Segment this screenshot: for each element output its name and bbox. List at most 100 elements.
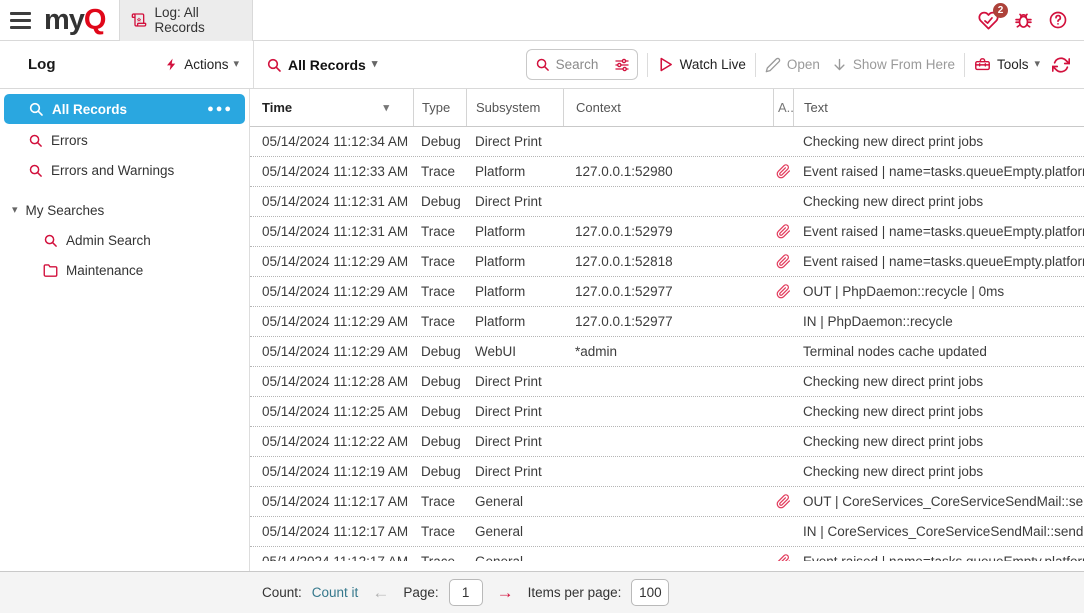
search-input[interactable] (556, 57, 608, 72)
cell-subsystem: Direct Print (466, 404, 563, 419)
table-row[interactable]: 05/14/2024 11:12:33 AM Trace Platform 12… (250, 157, 1084, 187)
sidebar-item-label: Maintenance (66, 263, 143, 278)
cell-attachment (773, 344, 793, 359)
cell-type: Debug (413, 134, 466, 149)
previous-page-icon[interactable]: ← (372, 584, 389, 601)
log-table: Time ▾ Type Subsystem Context A... Text … (250, 89, 1084, 571)
cell-time: 05/14/2024 11:12:29 AM (250, 344, 413, 359)
column-header-type[interactable]: Type (413, 89, 466, 126)
cell-type: Trace (413, 284, 466, 299)
pagination-footer: Count: Count it ← Page: → Items per page… (0, 571, 1084, 613)
view-selector[interactable]: All Records ▾ (266, 57, 377, 73)
cell-type: Debug (413, 434, 466, 449)
cell-text: OUT | CoreServices_CoreServiceSendMail::… (793, 494, 1084, 509)
cell-text: Event raised | name=tasks.queueEmpty.pla… (793, 224, 1084, 239)
open-button[interactable]: Open (765, 57, 820, 73)
help-icon[interactable] (1048, 10, 1068, 30)
bug-icon[interactable] (1013, 10, 1034, 31)
log-scroll-icon (131, 12, 147, 28)
hamburger-menu-icon[interactable] (0, 12, 42, 29)
cell-subsystem: WebUI (466, 344, 563, 359)
paperclip-icon (776, 254, 791, 269)
cell-context: 127.0.0.1:52977 (563, 284, 773, 299)
column-header-subsystem[interactable]: Subsystem (466, 89, 563, 126)
top-bar: myQ Log: All Records 2 (0, 0, 1084, 41)
cell-time: 05/14/2024 11:12:31 AM (250, 194, 413, 209)
table-row[interactable]: 05/14/2024 11:12:29 AM Trace Platform 12… (250, 307, 1084, 337)
watch-live-button[interactable]: Watch Live (657, 56, 746, 73)
cell-time: 05/14/2024 11:12:34 AM (250, 134, 413, 149)
cell-time: 05/14/2024 11:12:31 AM (250, 224, 413, 239)
tools-label: Tools (997, 57, 1029, 72)
column-header-time[interactable]: Time ▾ (250, 89, 413, 126)
table-row[interactable]: 05/14/2024 11:12:29 AM Trace Platform 12… (250, 247, 1084, 277)
sidebar-item-label: All Records (52, 102, 127, 117)
cell-context: 127.0.0.1:52980 (563, 164, 773, 179)
items-per-page-input[interactable] (631, 579, 669, 606)
refresh-icon[interactable] (1052, 56, 1070, 74)
column-label: Subsystem (476, 100, 540, 115)
table-row[interactable]: 05/14/2024 11:12:34 AM Debug Direct Prin… (250, 127, 1084, 157)
page-input[interactable] (449, 579, 483, 606)
cell-text: Checking new direct print jobs (793, 404, 1084, 419)
cell-subsystem: Direct Print (466, 374, 563, 389)
paperclip-icon (776, 164, 791, 179)
sidebar-item-errors[interactable]: Errors (0, 125, 249, 155)
lightning-icon (165, 57, 179, 72)
column-label: A... (778, 100, 793, 115)
paperclip-icon (776, 284, 791, 299)
sidebar-item-maintenance[interactable]: Maintenance (0, 255, 249, 285)
show-from-here-button[interactable]: Show From Here (832, 57, 955, 72)
sidebar-item-all-records[interactable]: All Records ●●● (4, 94, 245, 124)
table-row[interactable]: 05/14/2024 11:12:31 AM Debug Direct Prin… (250, 187, 1084, 217)
next-page-icon[interactable]: → (497, 584, 514, 601)
table-row[interactable]: 05/14/2024 11:12:29 AM Trace Platform 12… (250, 277, 1084, 307)
sidebar-item-errors-and-warnings[interactable]: Errors and Warnings (0, 155, 249, 185)
cell-attachment (773, 164, 793, 179)
table-row[interactable]: 05/14/2024 11:12:22 AM Debug Direct Prin… (250, 427, 1084, 457)
column-header-attachment[interactable]: A... (773, 89, 793, 126)
table-row[interactable]: 05/14/2024 11:12:29 AM Debug WebUI *admi… (250, 337, 1084, 367)
count-it-link[interactable]: Count it (312, 585, 359, 600)
cell-type: Trace (413, 164, 466, 179)
cell-subsystem: Platform (466, 164, 563, 179)
table-row[interactable]: 05/14/2024 11:12:17 AM Trace General IN … (250, 517, 1084, 547)
chevron-down-icon: ▾ (372, 59, 378, 70)
pencil-icon (765, 57, 781, 73)
filter-sliders-icon[interactable] (614, 57, 630, 73)
health-heart-icon[interactable]: 2 (978, 10, 999, 31)
cell-type: Debug (413, 374, 466, 389)
tab-label: Log: All Records (154, 5, 252, 35)
actions-button[interactable]: Actions ▾ (165, 57, 239, 72)
tab-log-all-records[interactable]: Log: All Records (119, 0, 253, 41)
cell-subsystem: General (466, 494, 563, 509)
cell-subsystem: Platform (466, 314, 563, 329)
table-row[interactable]: 05/14/2024 11:12:28 AM Debug Direct Prin… (250, 367, 1084, 397)
table-row[interactable]: 05/14/2024 11:12:31 AM Trace Platform 12… (250, 217, 1084, 247)
cell-text: Event raised | name=tasks.queueEmpty.pla… (793, 254, 1084, 269)
cell-text: Event raised | name=tasks.queueEmpty.pla… (793, 164, 1084, 179)
sidebar-item-label: Admin Search (66, 233, 151, 248)
table-body: 05/14/2024 11:12:34 AM Debug Direct Prin… (250, 127, 1084, 561)
sort-chevron-icon[interactable]: ▾ (383, 101, 389, 114)
cell-attachment (773, 314, 793, 329)
chevron-down-icon: ▾ (12, 205, 18, 216)
cell-attachment (773, 494, 793, 509)
table-row[interactable]: 05/14/2024 11:12:25 AM Debug Direct Prin… (250, 397, 1084, 427)
search-icon (43, 233, 58, 248)
content-area: All Records ●●● Errors Errors and Warnin… (0, 89, 1084, 571)
tools-button[interactable]: Tools ▾ (974, 56, 1040, 73)
sidebar-group-my-searches[interactable]: ▾ My Searches (0, 195, 249, 225)
column-header-text[interactable]: Text (793, 89, 1084, 126)
table-row[interactable]: 05/14/2024 11:12:17 AM Trace General OUT… (250, 487, 1084, 517)
item-options-icon[interactable]: ●●● (207, 103, 233, 115)
cell-attachment (773, 224, 793, 239)
cell-time: 05/14/2024 11:12:28 AM (250, 374, 413, 389)
cell-text: IN | PhpDaemon::recycle (793, 314, 1084, 329)
cell-time: 05/14/2024 11:12:19 AM (250, 464, 413, 479)
column-header-context[interactable]: Context (563, 89, 773, 126)
sidebar-item-admin-search[interactable]: Admin Search (0, 225, 249, 255)
table-row[interactable]: 05/14/2024 11:12:17 AM Trace General Eve… (250, 547, 1084, 561)
table-row[interactable]: 05/14/2024 11:12:19 AM Debug Direct Prin… (250, 457, 1084, 487)
show-from-here-label: Show From Here (853, 57, 955, 72)
